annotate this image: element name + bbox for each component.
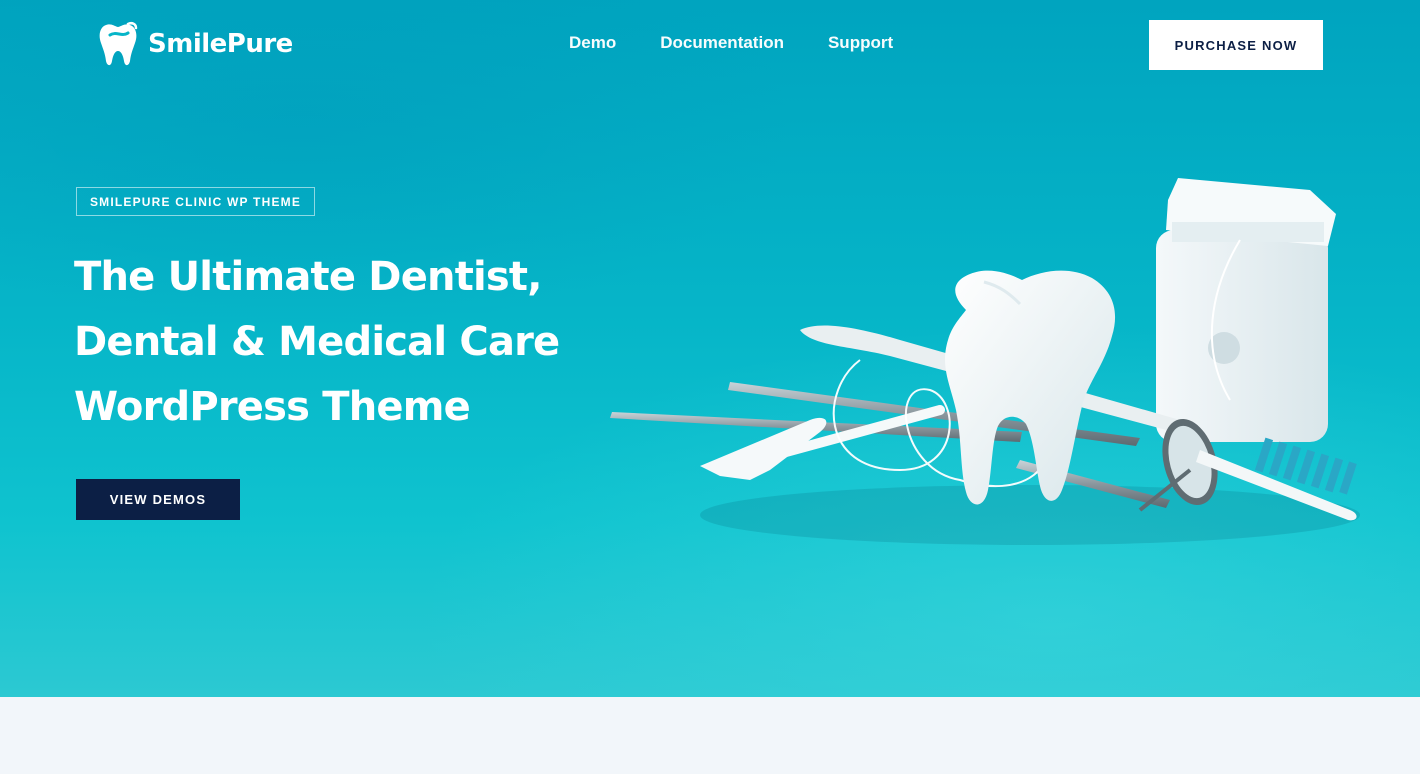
nav-item-support[interactable]: Support — [828, 33, 893, 53]
below-hero-section — [0, 697, 1420, 774]
main-nav: Demo Documentation Support — [569, 33, 893, 53]
headline-line-3: WordPress Theme — [74, 384, 471, 430]
hero-headline: The Ultimate Dentist, Dental & Medical C… — [74, 245, 594, 440]
hero-section: SmilePure Demo Documentation Support PUR… — [0, 0, 1420, 697]
hero-tag: SMILEPURE CLINIC WP THEME — [76, 187, 315, 216]
dental-tools-illustration — [610, 178, 1360, 545]
nav-item-documentation[interactable]: Documentation — [660, 33, 784, 53]
floor-shadow — [700, 485, 1360, 545]
brand-name: SmilePure — [148, 29, 293, 59]
brand-logo[interactable]: SmilePure — [98, 20, 293, 68]
headline-line-1: The Ultimate Dentist, — [74, 254, 542, 300]
floss-box-icon — [1156, 178, 1336, 442]
purchase-now-button[interactable]: PURCHASE NOW — [1149, 20, 1323, 70]
view-demos-button[interactable]: VIEW DEMOS — [76, 479, 240, 520]
nav-item-demo[interactable]: Demo — [569, 33, 616, 53]
tooth-logo-icon — [99, 21, 138, 66]
headline-line-2: Dental & Medical Care — [74, 319, 560, 365]
